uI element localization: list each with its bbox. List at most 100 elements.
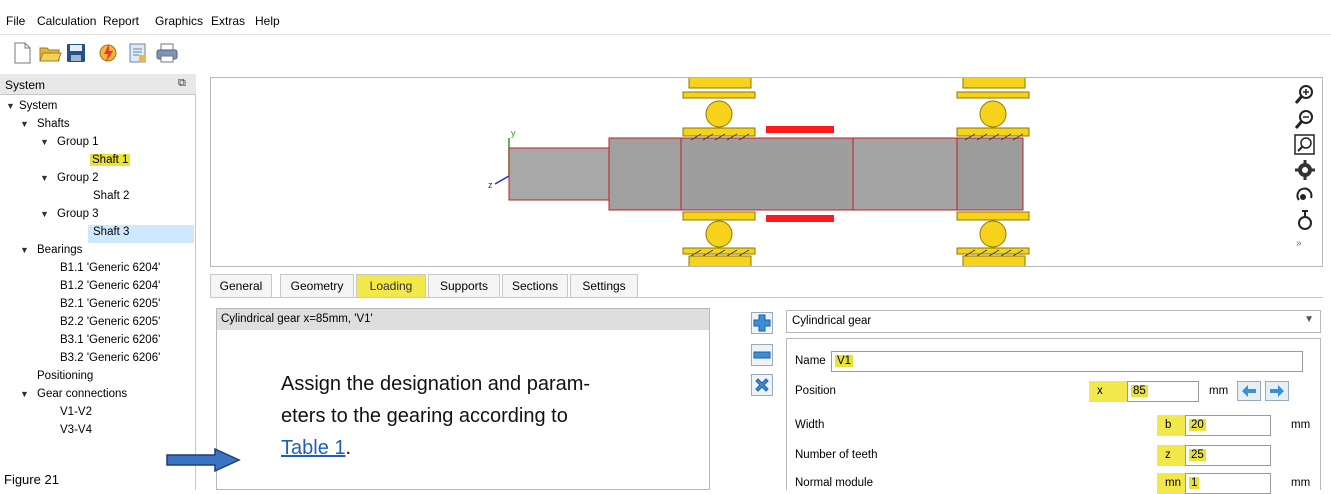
menu-help[interactable]: Help [255,14,280,28]
open-folder-icon[interactable] [38,41,62,65]
position-symbol: x [1089,381,1127,402]
tab-sections[interactable]: Sections [502,274,568,298]
menu-extras[interactable]: Extras [211,14,245,28]
tree-item-shafts[interactable]: Shafts [37,116,70,133]
tab-supports[interactable]: Supports [428,274,500,298]
position-label: Position [795,385,836,397]
gear-properties-form: Name V1 Position x 85 mm Width b 20 mm N… [786,338,1321,494]
menu-report[interactable]: Report [103,14,139,28]
chevron-down-icon[interactable]: ▼ [20,119,29,129]
shaft-segment [852,137,958,211]
module-field[interactable]: 1 [1185,473,1271,494]
menu-graphics[interactable]: Graphics [155,14,203,28]
width-unit: mm [1291,419,1311,431]
y-axis-label: y [511,128,516,138]
remove-icon[interactable] [751,344,773,366]
module-unit: mm [1291,477,1311,489]
chevron-down-icon[interactable]: ▼ [6,101,15,111]
figure-caption: Figure 21 [4,472,59,487]
tab-settings[interactable]: Settings [570,274,638,298]
chevron-down-icon[interactable]: ▼ [20,389,29,399]
tree-item-bearings[interactable]: Bearings [37,242,82,259]
tree-item-gear-connections[interactable]: Gear connections [37,386,127,403]
system-panel-title: System [5,78,46,92]
print-icon[interactable] [155,41,179,65]
module-value: 1 [1189,477,1200,489]
shaft-segment [608,137,682,211]
tab-geometry[interactable]: Geometry [280,274,354,298]
system-panel-header: System ⧉ [0,74,196,95]
zoom-fit-icon[interactable] [1292,132,1318,158]
tree-item-bearing[interactable]: B1.1 'Generic 6204' [60,260,160,277]
tree-item-bearing[interactable]: B3.1 'Generic 6206' [60,332,160,349]
move-left-button[interactable] [1237,381,1261,401]
teeth-value: 25 [1189,449,1206,461]
bearing-b2-bottom [956,211,1030,266]
settings-gear-icon[interactable] [1292,157,1318,183]
view-mode-icon[interactable] [1292,207,1318,233]
teeth-field[interactable]: 25 [1185,445,1271,466]
undock-icon[interactable]: ⧉ [178,77,186,90]
tree-item-shaft-1[interactable]: Shaft 1 [90,152,131,169]
tree-item-gear-connection[interactable]: V3-V4 [60,422,92,439]
rotate-icon[interactable] [1292,182,1318,208]
shaft-viewer[interactable]: y x z [210,77,1323,267]
add-icon[interactable] [751,312,773,334]
tree-item-positioning[interactable]: Positioning [37,368,93,385]
width-label: Width [795,419,825,431]
tab-divider [210,297,1323,298]
delete-icon[interactable] [751,374,773,396]
tab-general[interactable]: General [210,274,272,298]
name-value: V1 [835,355,854,367]
chevron-down-icon[interactable]: ▼ [40,173,49,183]
tree-item-gear-connection[interactable]: V1-V2 [60,404,92,421]
teeth-label: Number of teeth [795,449,878,461]
list-item-selected[interactable]: Cylindrical gear x=85mm, 'V1' [217,309,709,330]
calculate-icon[interactable] [96,41,120,65]
tree-item-group-2[interactable]: Group 2 [57,170,99,187]
position-field[interactable]: 85 [1127,381,1199,402]
new-file-icon[interactable] [10,41,34,65]
table-link[interactable]: Table 1 [281,437,346,459]
expand-more-icon[interactable]: » [1296,238,1322,264]
tree-item-bearing[interactable]: B2.2 'Generic 6205' [60,314,160,331]
bearing-b2-top [956,78,1030,141]
save-icon[interactable] [64,41,88,65]
bearing-b1-bottom [682,211,756,266]
menu-bar: File Calculation Report Graphics Extras … [0,0,1331,34]
instruction-suffix: . [345,437,352,459]
tree-item-group-3[interactable]: Group 3 [57,206,99,223]
property-tabs: General Geometry Loading Supports Sectio… [210,274,1323,298]
shaft-drawing: y x z [488,78,1030,266]
chevron-down-icon: ▼ [1304,314,1314,325]
width-field[interactable]: 20 [1185,415,1271,436]
tree-item-shaft-2[interactable]: Shaft 2 [93,188,129,205]
chevron-down-icon[interactable]: ▼ [40,137,49,147]
tree-item-group-1[interactable]: Group 1 [57,134,99,151]
bearing-b1-top [682,78,756,141]
tree-item-bearing[interactable]: B3.2 'Generic 6206' [60,350,160,367]
pointer-arrow-icon [165,447,241,476]
chevron-down-icon[interactable]: ▼ [20,245,29,255]
load-type-select[interactable]: Cylindrical gear ▼ [786,310,1321,333]
tree-item-shaft-3[interactable]: Shaft 3 [93,224,129,241]
tree-item-bearing[interactable]: B1.2 'Generic 6204' [60,278,160,295]
menu-file[interactable]: File [6,14,25,28]
tree-item-shaft-1-label: Shaft 1 [90,154,131,166]
chevron-down-icon[interactable]: ▼ [40,209,49,219]
toolbar [0,34,1331,70]
tree-item-system[interactable]: System [19,98,57,115]
module-label: Normal module [795,477,873,489]
list-item-label: Cylindrical gear x=85mm, 'V1' [221,313,373,325]
tab-loading[interactable]: Loading [356,274,426,298]
zoom-in-icon[interactable] [1292,82,1318,108]
move-right-button[interactable] [1265,381,1289,401]
zoom-out-icon[interactable] [1292,107,1318,133]
tree-item-bearing[interactable]: B2.1 'Generic 6205' [60,296,160,313]
report-icon[interactable] [126,41,150,65]
name-field[interactable]: V1 [831,351,1303,372]
shaft-segment [508,147,610,201]
instruction-text: Assign the designation and param-eters t… [281,368,721,464]
menu-calculation[interactable]: Calculation [37,14,96,28]
instruction-body: Assign the designation and param-eters t… [281,373,591,427]
